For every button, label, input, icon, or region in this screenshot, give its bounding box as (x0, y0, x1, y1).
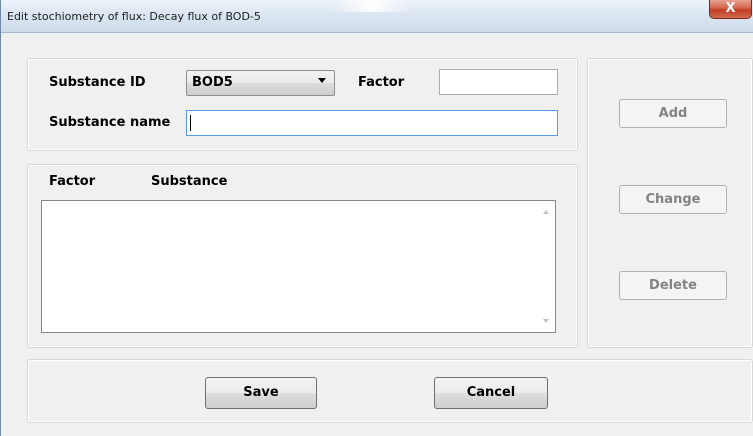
substance-id-value: BOD5 (192, 75, 233, 90)
substance-id-label: Substance ID (49, 75, 146, 90)
window-title: Edit stochiometry of flux: Decay flux of… (7, 10, 261, 23)
delete-button[interactable]: Delete (619, 271, 727, 300)
dialog-client-area: Substance ID BOD5 Factor Substance name … (2, 33, 753, 436)
dialog-window: Edit stochiometry of flux: Decay flux of… (0, 0, 753, 436)
action-buttons-group: Add Change Delete (587, 58, 753, 348)
footer-group: Save Cancel (27, 359, 753, 423)
close-icon: X (725, 1, 736, 16)
cancel-button[interactable]: Cancel (434, 377, 548, 409)
change-button[interactable]: Change (619, 185, 727, 214)
scroll-up-icon[interactable] (543, 210, 549, 214)
factor-label: Factor (358, 75, 405, 90)
stoichiometry-list-group: Factor Substance (27, 164, 578, 348)
title-bar[interactable]: Edit stochiometry of flux: Decay flux of… (1, 0, 753, 33)
substance-input-group: Substance ID BOD5 Factor Substance name (27, 58, 578, 151)
column-header-substance: Substance (151, 174, 228, 189)
list-scrollbar[interactable] (538, 201, 555, 332)
substance-name-label: Substance name (49, 115, 171, 130)
column-header-factor: Factor (49, 174, 96, 189)
substance-id-select[interactable]: BOD5 (186, 70, 335, 96)
chevron-down-icon (318, 78, 326, 83)
save-button[interactable]: Save (205, 377, 317, 409)
title-glare (331, 0, 411, 12)
text-caret (190, 115, 191, 131)
stoichiometry-list[interactable] (41, 200, 556, 333)
close-button[interactable]: X (709, 0, 752, 19)
scroll-down-icon[interactable] (543, 319, 549, 323)
substance-name-input[interactable] (186, 110, 558, 136)
factor-input[interactable] (439, 69, 558, 95)
add-button[interactable]: Add (619, 99, 727, 128)
